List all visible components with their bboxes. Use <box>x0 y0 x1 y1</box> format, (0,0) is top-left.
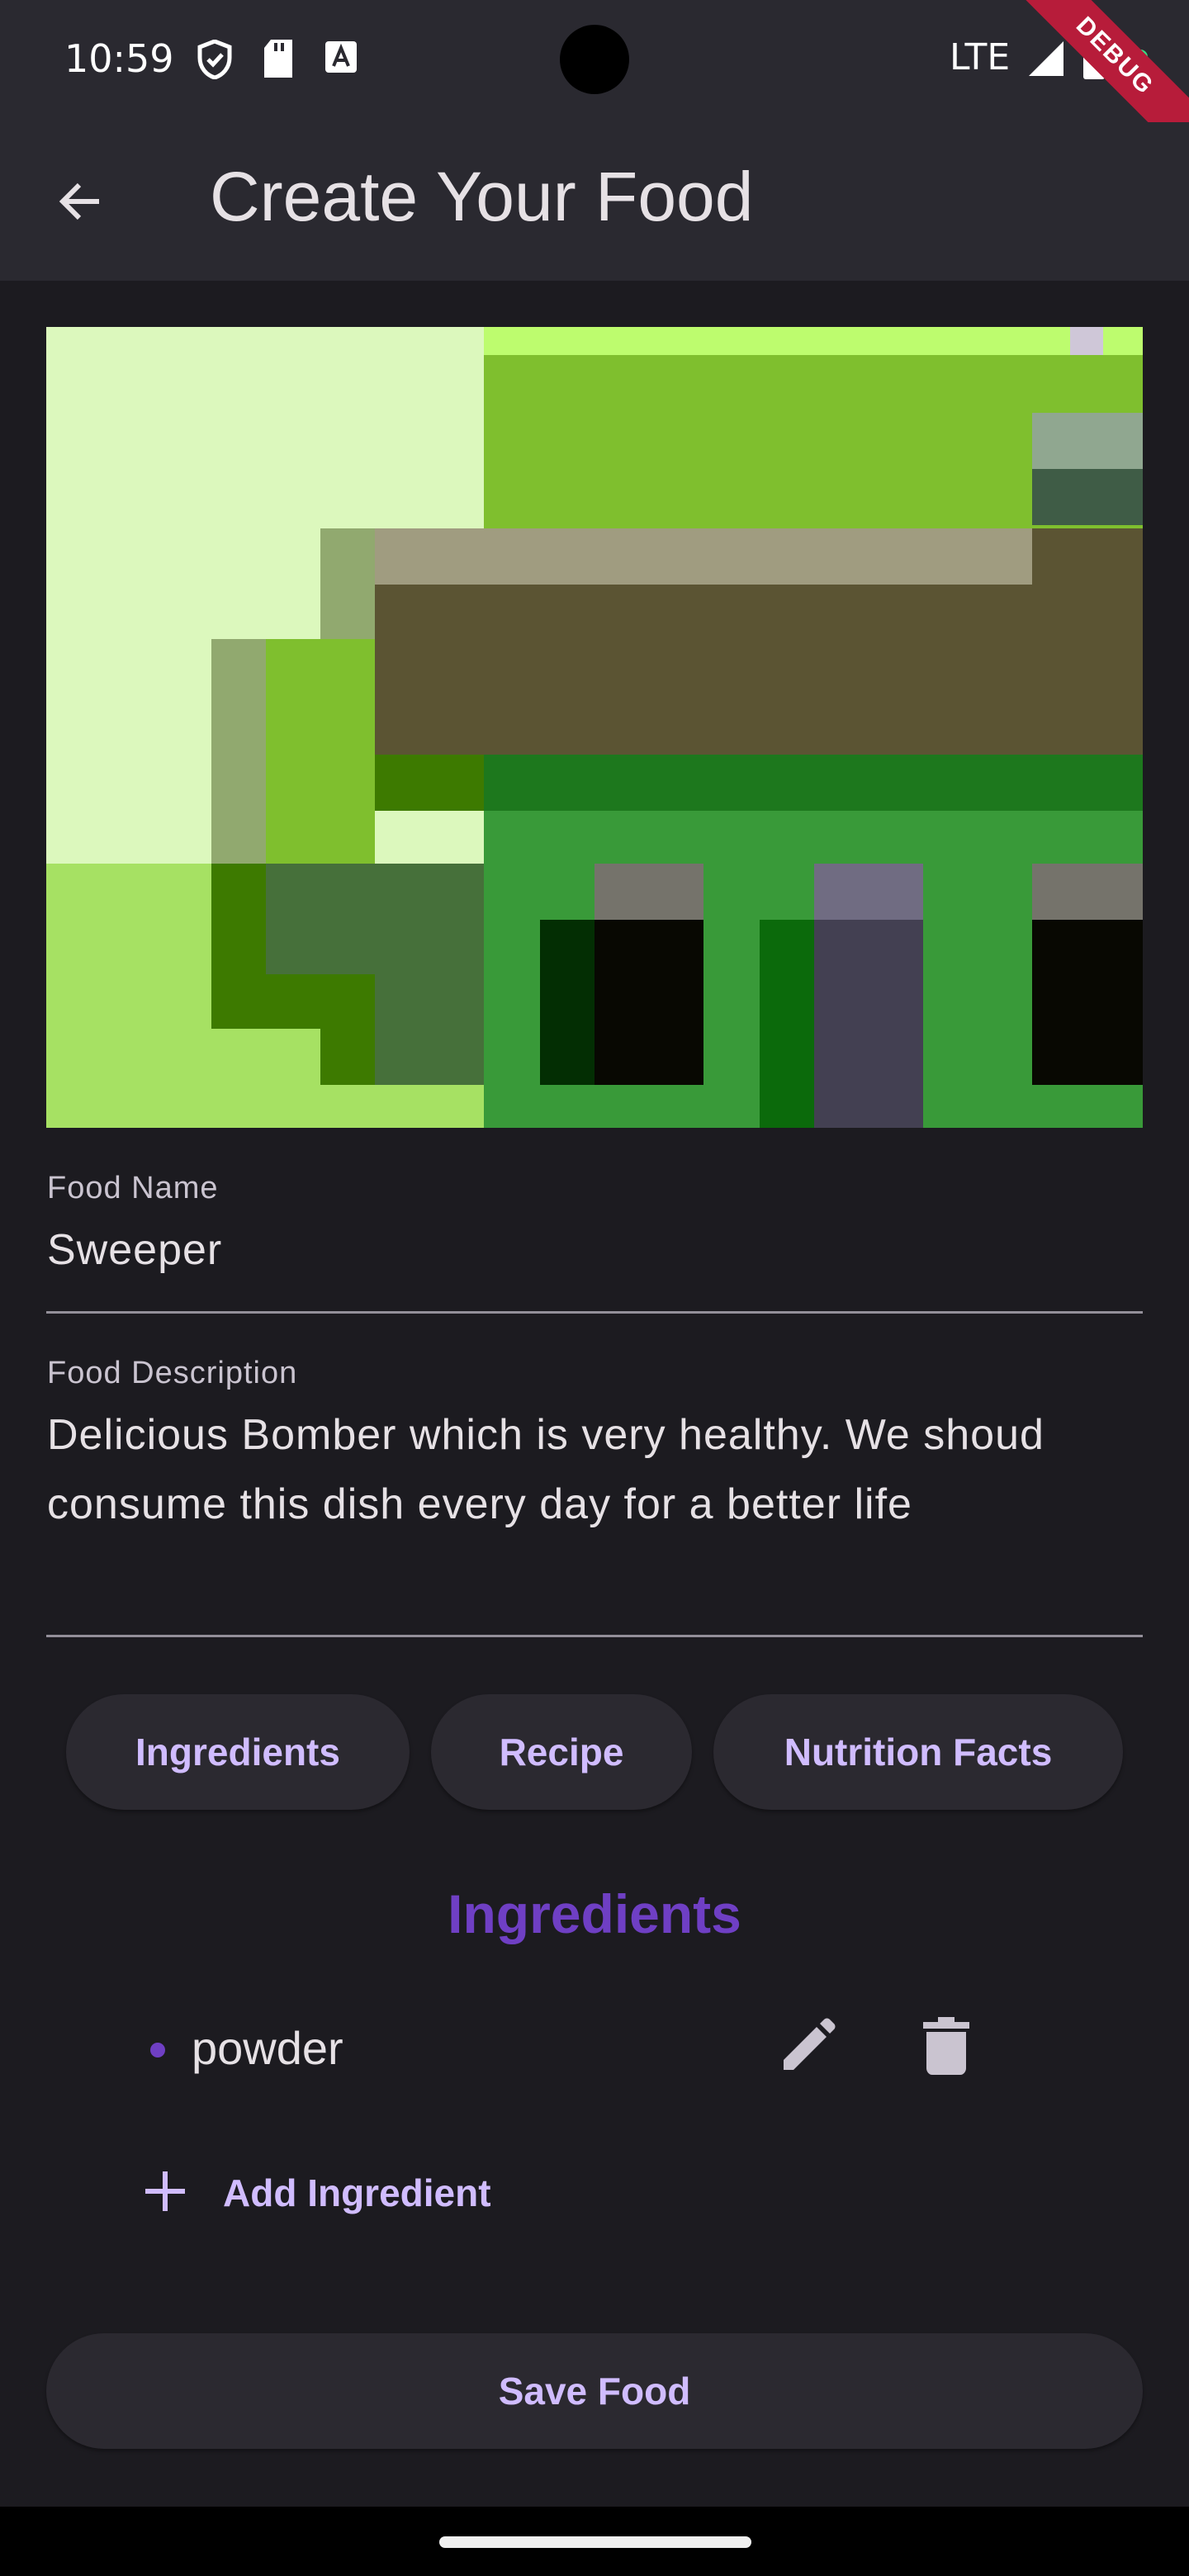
shield-icon <box>197 39 233 83</box>
add-ingredient-label: Add Ingredient <box>223 2171 491 2214</box>
delete-ingredient-button[interactable] <box>905 2006 988 2089</box>
home-indicator[interactable] <box>439 2536 751 2548</box>
arrow-back-icon <box>54 175 107 232</box>
edit-ingredient-button[interactable] <box>766 2006 849 2089</box>
food-name-underline <box>46 1311 1143 1314</box>
tab-nutrition-facts[interactable]: Nutrition Facts <box>713 1694 1123 1810</box>
food-description-underline <box>46 1635 1143 1637</box>
network-label: LTE <box>950 36 1011 78</box>
app-bar: Create Your Food <box>0 122 1189 281</box>
status-time: 10:59 <box>64 36 174 81</box>
status-bar: 10:59 LTE <box>0 0 1189 122</box>
food-image[interactable] <box>46 327 1143 1128</box>
trash-icon <box>923 2016 969 2079</box>
food-image-pixels <box>46 327 1143 1128</box>
font-icon <box>324 40 358 78</box>
sd-card-icon <box>263 40 294 82</box>
add-ingredient-button[interactable]: Add Ingredient <box>140 2160 491 2226</box>
food-description-label: Food Description <box>47 1356 298 1390</box>
pencil-icon <box>779 2017 836 2079</box>
navigation-bar <box>0 2507 1189 2576</box>
food-name-label: Food Name <box>47 1171 219 1205</box>
save-food-button[interactable]: Save Food <box>46 2333 1143 2449</box>
food-description-input[interactable]: Delicious Bomber which is very healthy. … <box>47 1400 1120 1539</box>
ingredients-heading: Ingredients <box>448 1883 741 1944</box>
bullet-icon <box>150 2043 165 2057</box>
food-name-input[interactable]: Sweeper <box>47 1215 1120 1285</box>
plus-icon <box>140 2166 190 2220</box>
page-title: Create Your Food <box>210 158 754 235</box>
back-button[interactable] <box>41 163 121 243</box>
signal-icon <box>1027 40 1065 82</box>
tab-recipe[interactable]: Recipe <box>431 1694 692 1810</box>
list-item: powder <box>0 2006 1189 2089</box>
camera-cutout <box>560 25 629 94</box>
tab-ingredients[interactable]: Ingredients <box>66 1694 410 1810</box>
ingredient-name: powder <box>192 2022 343 2074</box>
